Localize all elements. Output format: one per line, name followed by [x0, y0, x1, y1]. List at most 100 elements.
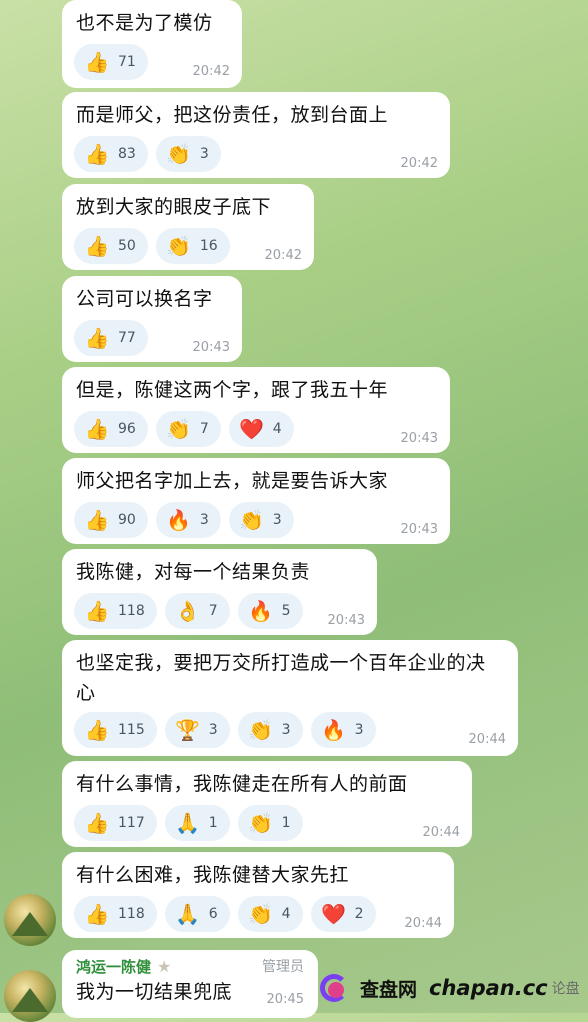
reaction-count: 5 [281, 603, 291, 619]
thumbs-up-icon: 👍 [84, 599, 110, 623]
reaction-count: 16 [199, 238, 218, 254]
reaction-count: 71 [118, 54, 136, 70]
reaction-count: 115 [118, 722, 145, 738]
message-bubble[interactable]: 有什么事情，我陈健走在所有人的前面 👍 117 🙏 1 👏 1 20:44 [62, 761, 472, 847]
fire-icon: 🔥 [321, 718, 347, 742]
reaction-count: 2 [354, 906, 364, 922]
reaction-fire[interactable]: 🔥 5 [237, 593, 303, 629]
reaction-fire[interactable]: 🔥 3 [155, 502, 221, 538]
reaction-red-heart[interactable]: ❤️ 2 [310, 896, 376, 932]
message-time: 20:44 [422, 825, 460, 840]
reaction-thumbs-up[interactable]: 👍 77 [74, 320, 148, 356]
reaction-thumbs-up[interactable]: 👍 90 [74, 502, 148, 538]
reaction-thumbs-up[interactable]: 👍 83 [74, 136, 148, 172]
reaction-thumbs-up[interactable]: 👍 118 [74, 896, 157, 932]
folded-hands-icon: 🙏 [175, 902, 201, 926]
message-bubble[interactable]: 而是师父，把这份责任，放到台面上 👍 83 👏 3 20:42 [62, 92, 450, 178]
message-text: 但是，陈健这两个字，跟了我五十年 [76, 379, 389, 401]
mountain-icon [12, 988, 48, 1012]
message-bubble[interactable]: 也不是为了模仿 👍 71 20:42 [62, 0, 242, 88]
message-bubble[interactable]: 我陈健，对每一个结果负责 👍 118 👌 7 🔥 5 20:43 [62, 549, 377, 635]
admin-badge: 管理员 [262, 959, 304, 975]
reaction-trophy[interactable]: 🏆 3 [164, 712, 230, 748]
message-text: 有什么事情，我陈健走在所有人的前面 [76, 773, 408, 795]
sender-row: 鸿运一陈健 ★ 管理员 [76, 956, 304, 978]
message-bubble[interactable]: 放到大家的眼皮子底下 👍 50 👏 16 20:42 [62, 184, 314, 270]
reaction-clapping-hands[interactable]: 👏 4 [237, 896, 303, 932]
thumbs-up-icon: 👍 [84, 902, 110, 926]
reaction-folded-hands[interactable]: 🙏 1 [164, 805, 230, 841]
sender-avatar[interactable] [4, 894, 56, 946]
message-text: 而是师父，把这份责任，放到台面上 [76, 104, 389, 126]
chapan-logo-icon [318, 970, 354, 1006]
reaction-count: 7 [199, 421, 209, 437]
thumbs-up-icon: 👍 [84, 508, 110, 532]
clapping-hands-icon: 👏 [248, 718, 274, 742]
message-bubble[interactable]: 师父把名字加上去，就是要告诉大家 👍 90 🔥 3 👏 3 20:43 [62, 458, 450, 544]
thumbs-up-icon: 👍 [84, 811, 110, 835]
watermark-url: chapan.cc [429, 976, 548, 1000]
folded-hands-icon: 🙏 [175, 811, 201, 835]
reaction-thumbs-up[interactable]: 👍 117 [74, 805, 157, 841]
message-time: 20:42 [400, 156, 438, 171]
reaction-thumbs-up[interactable]: 👍 50 [74, 228, 148, 264]
reaction-ok-hand[interactable]: 👌 7 [164, 593, 230, 629]
reaction-count: 1 [208, 815, 218, 831]
reaction-thumbs-up[interactable]: 👍 118 [74, 593, 157, 629]
reaction-count: 118 [118, 603, 145, 619]
message-time: 20:42 [192, 64, 230, 79]
message-text: 师父把名字加上去，就是要告诉大家 [76, 470, 389, 492]
reaction-clapping-hands[interactable]: 👏 3 [237, 712, 303, 748]
reaction-count: 1 [281, 815, 291, 831]
thumbs-up-icon: 👍 [84, 417, 110, 441]
reaction-count: 77 [118, 330, 136, 346]
star-icon: ★ [157, 957, 172, 976]
reaction-count: 90 [118, 512, 136, 528]
sender-avatar[interactable] [4, 970, 56, 1022]
reaction-thumbs-up[interactable]: 👍 96 [74, 411, 148, 447]
reaction-count: 7 [208, 603, 218, 619]
clapping-hands-icon: 👏 [248, 902, 274, 926]
message-bubble[interactable]: 也坚定我，要把万交所打造成一个百年企业的决心 👍 115 🏆 3 👏 3 🔥 3 20:… [62, 640, 518, 756]
message-text: 也不是为了模仿 [76, 12, 213, 34]
reaction-count: 6 [208, 906, 218, 922]
thumbs-up-icon: 👍 [84, 50, 110, 74]
reaction-clapping-hands[interactable]: 👏 1 [237, 805, 303, 841]
message-text: 有什么困难，我陈健替大家先扛 [76, 864, 350, 886]
reaction-count: 3 [281, 722, 291, 738]
reaction-count: 117 [118, 815, 145, 831]
message-time: 20:44 [468, 732, 506, 747]
message-bubble[interactable]: 鸿运一陈健 ★ 管理员 我为一切结果兜底 20:45 [62, 950, 318, 1018]
reaction-clapping-hands[interactable]: 👏 16 [155, 228, 230, 264]
message-time: 20:42 [264, 248, 302, 263]
sender-name[interactable]: 鸿运一陈健 [76, 956, 151, 978]
clapping-hands-icon: 👏 [239, 508, 265, 532]
clapping-hands-icon: 👏 [248, 811, 274, 835]
reaction-clapping-hands[interactable]: 👏 3 [228, 502, 294, 538]
clapping-hands-icon: 👏 [166, 417, 192, 441]
reaction-count: 118 [118, 906, 145, 922]
reaction-folded-hands[interactable]: 🙏 6 [164, 896, 230, 932]
reaction-thumbs-up[interactable]: 👍 115 [74, 712, 157, 748]
clapping-hands-icon: 👏 [166, 142, 192, 166]
trophy-icon: 🏆 [175, 718, 201, 742]
message-bubble[interactable]: 有什么困难，我陈健替大家先扛 👍 118 🙏 6 👏 4 ❤️ 2 20:44 [62, 852, 454, 938]
reaction-red-heart[interactable]: ❤️ 4 [228, 411, 294, 447]
reaction-count: 3 [208, 722, 218, 738]
reaction-count: 96 [118, 421, 136, 437]
reaction-count: 4 [281, 906, 291, 922]
reaction-thumbs-up[interactable]: 👍 71 [74, 44, 148, 80]
reaction-fire[interactable]: 🔥 3 [310, 712, 376, 748]
message-bubble[interactable]: 公司可以换名字 👍 77 20:43 [62, 276, 242, 362]
reaction-clapping-hands[interactable]: 👏 3 [155, 136, 221, 172]
watermark-site-name: 查盘网 [360, 978, 418, 1001]
chat-view[interactable]: 也不是为了模仿 👍 71 20:42 而是师父，把这份责任，放到台面上 👍 83 👏… [0, 0, 588, 1022]
reaction-count: 3 [354, 722, 364, 738]
reaction-count: 3 [199, 146, 209, 162]
reaction-clapping-hands[interactable]: 👏 7 [155, 411, 221, 447]
message-bubble[interactable]: 但是，陈健这两个字，跟了我五十年 👍 96 👏 7 ❤️ 4 20:43 [62, 367, 450, 453]
thumbs-up-icon: 👍 [84, 142, 110, 166]
reaction-count: 3 [199, 512, 209, 528]
message-text: 我陈健，对每一个结果负责 [76, 561, 311, 583]
message-time: 20:43 [192, 340, 230, 355]
